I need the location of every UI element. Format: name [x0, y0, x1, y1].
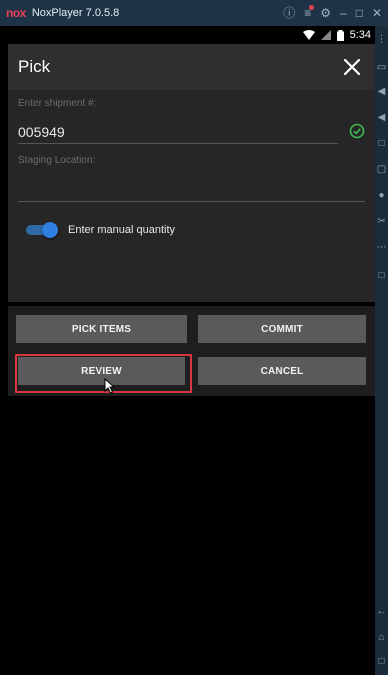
screenshot-icon[interactable]: □: [376, 138, 387, 149]
location-icon[interactable]: ●: [376, 190, 387, 201]
pick-items-button[interactable]: PICK ITEMS: [16, 315, 187, 343]
emulator-titlebar: nox NoxPlayer 7.0.5.8 ⓘ ≡ ⚙ – □ ✕: [0, 0, 388, 26]
signal-icon: [320, 30, 331, 40]
shipment-underline: [18, 143, 338, 144]
minimize-icon[interactable]: –: [340, 0, 347, 26]
staging-label: Staging Location:: [18, 155, 96, 166]
emulator-side-toolbar: ⋮ ▭ ◀ ◀ □ ▢ ● ✂ ⋯ □ ← ⌂ □: [375, 26, 388, 675]
app-bar: Pick: [8, 44, 375, 90]
empty-content-area: [8, 396, 375, 675]
settings-icon[interactable]: ⚙: [320, 0, 331, 26]
recent-apps-icon[interactable]: □: [376, 656, 387, 667]
check-circle-icon: [349, 123, 365, 139]
shipment-input[interactable]: 005949: [18, 124, 65, 140]
status-time: 5:34: [349, 29, 371, 41]
more-icon[interactable]: ⋯: [376, 242, 387, 253]
emulator-window-controls: ⓘ ≡ ⚙ – □ ✕: [283, 0, 382, 26]
maximize-icon[interactable]: □: [356, 0, 363, 26]
pick-form: Enter shipment #: 005949 Staging Locatio…: [8, 90, 375, 302]
close-button[interactable]: [337, 52, 367, 82]
wifi-icon: [302, 30, 315, 40]
page-title: Pick: [18, 57, 51, 76]
nox-logo: nox: [6, 6, 26, 20]
screen-icon[interactable]: ▭: [376, 62, 387, 73]
android-status-bar: 5:34: [8, 26, 375, 44]
commit-button[interactable]: COMMIT: [198, 315, 366, 343]
record-icon[interactable]: ▢: [376, 164, 387, 175]
back-icon[interactable]: ←: [376, 606, 387, 617]
apk-icon[interactable]: □: [376, 270, 387, 281]
volume-up-icon[interactable]: ◀: [376, 86, 387, 97]
manual-quantity-label: Enter manual quantity: [68, 224, 176, 236]
close-icon[interactable]: ✕: [372, 0, 382, 26]
staging-underline: [18, 201, 365, 202]
mouse-cursor-icon: [104, 378, 116, 394]
emulator-title: NoxPlayer 7.0.5.8: [31, 7, 120, 19]
shipment-label: Enter shipment #:: [18, 98, 97, 109]
volume-down-icon[interactable]: ◀: [376, 112, 387, 123]
battery-icon: [336, 29, 344, 41]
toggle-knob: [42, 222, 58, 238]
cut-icon[interactable]: ✂: [376, 216, 387, 227]
cancel-button[interactable]: CANCEL: [198, 357, 366, 385]
home-icon[interactable]: ⌂: [376, 632, 387, 643]
keyboard-icon[interactable]: ⋮: [376, 34, 387, 45]
manual-quantity-toggle[interactable]: [26, 222, 58, 238]
help-icon[interactable]: ⓘ: [283, 0, 295, 26]
menu-icon[interactable]: ≡: [304, 0, 315, 26]
